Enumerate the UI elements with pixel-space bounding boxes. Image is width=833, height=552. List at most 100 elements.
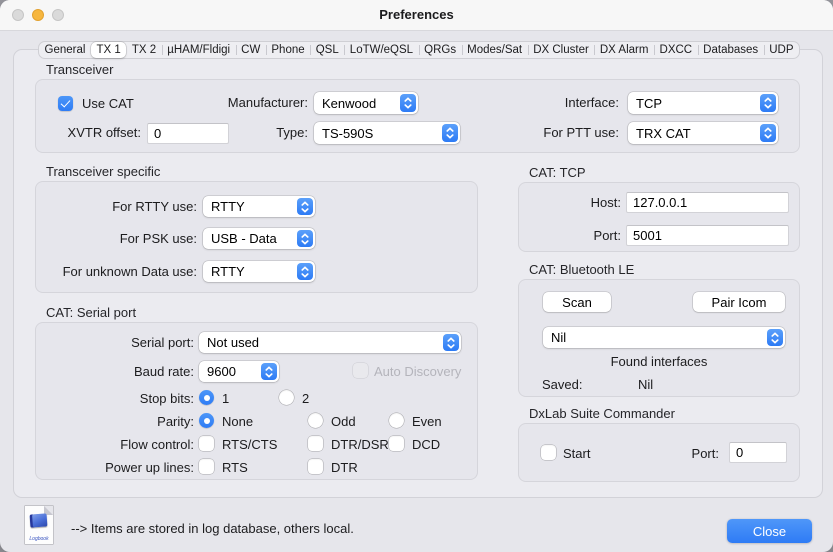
tab-dxcc[interactable]: DXCC: [654, 42, 698, 58]
transceiver-specific-box-title: Transceiver specific: [46, 164, 160, 179]
serial-port-box: Serial port: Not used Baud rate: 9600 Au…: [35, 322, 478, 480]
psk-use-label: For PSK use:: [57, 231, 197, 247]
parity-none-label: None: [222, 414, 253, 430]
host-field[interactable]: 127.0.0.1: [626, 192, 789, 213]
auto-discovery-checkbox: [353, 363, 368, 378]
tab-phone[interactable]: Phone: [266, 42, 310, 58]
auto-discovery-label: Auto Discovery: [374, 364, 461, 380]
tab-lotw-eqsl[interactable]: LoTW/eQSL: [344, 42, 418, 58]
popup-stepper-icon: [400, 94, 416, 112]
tab-dx-cluster[interactable]: DX Cluster: [528, 42, 595, 58]
serial-port-label: Serial port:: [54, 335, 194, 351]
preferences-window: Preferences General TX 1 TX 2 µHAM/Fldig…: [0, 0, 833, 552]
tab-qsl[interactable]: QSL: [310, 42, 344, 58]
dxlab-box-title: DxLab Suite Commander: [529, 406, 675, 421]
parity-none-radio[interactable]: [199, 413, 214, 428]
parity-odd-label: Odd: [331, 414, 356, 430]
popup-stepper-icon: [297, 263, 313, 280]
saved-value: Nil: [638, 377, 653, 393]
tab-label: DX Alarm: [600, 44, 649, 56]
ptt-popup[interactable]: TRX CAT: [628, 122, 778, 144]
stop-bits-2-radio[interactable]: [279, 390, 294, 405]
logbook-icon-label: Logbook: [25, 536, 53, 542]
tab-general[interactable]: General: [39, 42, 91, 58]
manufacturer-label: Manufacturer:: [188, 95, 308, 111]
tab-qrgs[interactable]: QRGs: [419, 42, 462, 58]
tcp-box-title: CAT: TCP: [529, 165, 586, 180]
tab-udp[interactable]: UDP: [764, 42, 799, 58]
dxlab-box: Start Port: 0: [518, 423, 800, 482]
dxlab-port-label: Port:: [619, 446, 719, 462]
type-value: TS-590S: [314, 126, 460, 141]
serial-port-value: Not used: [199, 335, 461, 350]
interface-label: Interface:: [499, 95, 619, 111]
tab-label: UDP: [769, 44, 793, 56]
tab-tx1[interactable]: TX 1: [91, 42, 126, 58]
titlebar: Preferences: [0, 0, 833, 31]
logbook-icon: Logbook: [25, 506, 53, 544]
stop-bits-1-radio[interactable]: [199, 390, 214, 405]
tab-label: TX 1: [97, 44, 121, 56]
popup-stepper-icon: [261, 363, 277, 380]
preferences-tabbar: General TX 1 TX 2 µHAM/Fldigi CW Phone Q…: [38, 41, 800, 59]
window-title: Preferences: [0, 7, 833, 22]
tab-label: Databases: [703, 44, 758, 56]
unknown-data-use-popup[interactable]: RTTY: [203, 261, 315, 282]
tcp-box: Host: 127.0.0.1 Port: 5001: [518, 182, 800, 252]
type-popup[interactable]: TS-590S: [314, 122, 460, 144]
interface-value: TCP: [628, 96, 778, 111]
power-dtr-checkbox[interactable]: [308, 459, 323, 474]
flow-rtscts-checkbox[interactable]: [199, 436, 214, 451]
bluetooth-box-title: CAT: Bluetooth LE: [529, 262, 634, 277]
use-cat-label: Use CAT: [82, 96, 134, 112]
close-button[interactable]: Close: [727, 519, 812, 543]
dxlab-start-label: Start: [563, 446, 590, 462]
tab-label: Phone: [271, 44, 304, 56]
flow-dtrdsr-checkbox[interactable]: [308, 436, 323, 451]
popup-stepper-icon: [442, 124, 458, 142]
use-cat-checkbox[interactable]: [58, 96, 73, 111]
dxlab-port-field[interactable]: 0: [729, 442, 787, 463]
bluetooth-box: Scan Pair Icom Nil Found interfaces Save…: [518, 279, 800, 397]
tab-dx-alarm[interactable]: DX Alarm: [594, 42, 654, 58]
power-dtr-label: DTR: [331, 460, 358, 476]
tab-label: Modes/Sat: [467, 44, 522, 56]
power-rts-checkbox[interactable]: [199, 459, 214, 474]
transceiver-box-title: Transceiver: [46, 62, 113, 77]
tcp-port-field[interactable]: 5001: [626, 225, 789, 246]
pair-icom-button[interactable]: Pair Icom: [693, 292, 785, 312]
popup-stepper-icon: [443, 334, 459, 351]
manufacturer-popup[interactable]: Kenwood: [314, 92, 418, 114]
flow-control-label: Flow control:: [44, 437, 194, 453]
parity-odd-radio[interactable]: [308, 413, 323, 428]
interface-popup[interactable]: TCP: [628, 92, 778, 114]
transceiver-box: Use CAT Manufacturer: Kenwood XVTR offse…: [35, 79, 800, 153]
parity-even-radio[interactable]: [389, 413, 404, 428]
tab-databases[interactable]: Databases: [698, 42, 764, 58]
dxlab-start-checkbox[interactable]: [541, 445, 556, 460]
baud-rate-popup[interactable]: 9600: [199, 361, 279, 382]
baud-rate-label: Baud rate:: [54, 364, 194, 380]
scan-button[interactable]: Scan: [543, 292, 611, 312]
stop-bits-label: Stop bits:: [44, 391, 194, 407]
ptt-label: For PTT use:: [499, 125, 619, 141]
popup-stepper-icon: [760, 94, 776, 112]
tcp-port-label: Port:: [521, 228, 621, 244]
tab-tx2[interactable]: TX 2: [126, 42, 161, 58]
popup-stepper-icon: [297, 230, 313, 247]
psk-use-popup[interactable]: USB - Data: [203, 228, 315, 249]
tab-cw[interactable]: CW: [236, 42, 266, 58]
tab-modes-sat[interactable]: Modes/Sat: [462, 42, 528, 58]
tab-label: TX 2: [132, 44, 156, 56]
tab-label: LoTW/eQSL: [350, 44, 413, 56]
bluetooth-device-popup[interactable]: Nil: [543, 327, 785, 348]
rtty-use-label: For RTTY use:: [57, 199, 197, 215]
tab-label: µHAM/Fldigi: [167, 44, 230, 56]
tab-uham-fldigi[interactable]: µHAM/Fldigi: [162, 42, 236, 58]
flow-dcd-checkbox[interactable]: [389, 436, 404, 451]
found-interfaces-label: Found interfaces: [519, 354, 799, 370]
rtty-use-popup[interactable]: RTTY: [203, 196, 315, 217]
serial-port-popup[interactable]: Not used: [199, 332, 461, 353]
transceiver-specific-box: For RTTY use: RTTY For PSK use: USB - Da…: [35, 181, 478, 293]
parity-label: Parity:: [44, 414, 194, 430]
